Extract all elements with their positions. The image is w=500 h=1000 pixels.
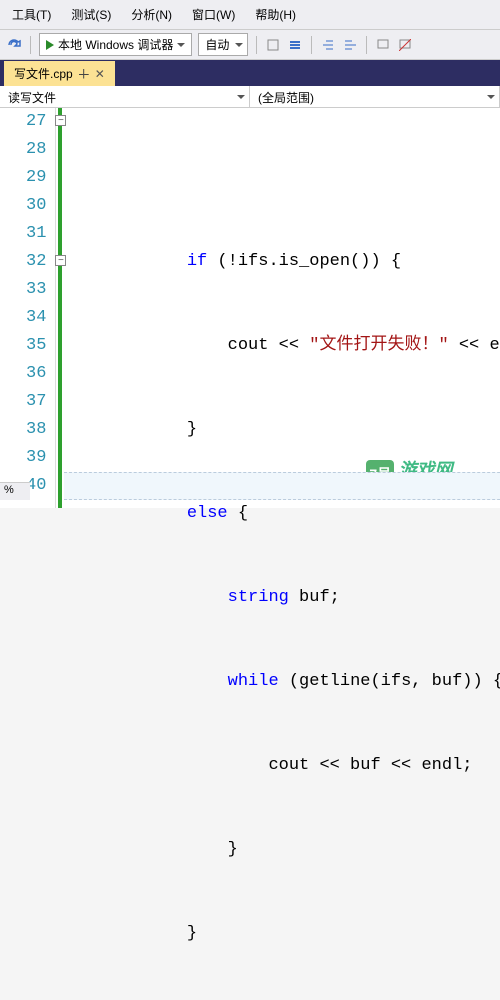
uncomment-icon[interactable]: [397, 37, 413, 53]
run-debugger-button[interactable]: 本地 Windows 调试器: [39, 33, 192, 56]
menu-window[interactable]: 窗口(W): [184, 3, 243, 26]
menu-tools[interactable]: 工具(T): [4, 3, 59, 26]
comment-icon[interactable]: [375, 37, 391, 53]
nav-bar: 读写文件 (全局范围): [0, 86, 500, 108]
toolbar-separator: [311, 36, 312, 54]
stack-icon[interactable]: [287, 37, 303, 53]
scope-select-right[interactable]: (全局范围): [250, 86, 500, 107]
config-select[interactable]: 自动: [198, 33, 248, 56]
close-tab-icon[interactable]: ✕: [95, 67, 105, 81]
scope-select-left[interactable]: 读写文件: [0, 86, 250, 107]
menu-bar: 工具(T) 测试(S) 分析(N) 窗口(W) 帮助(H): [0, 0, 500, 30]
status-bar: %: [0, 482, 30, 500]
toolbar: 本地 Windows 调试器 自动: [0, 30, 500, 60]
indent-right-icon[interactable]: [342, 37, 358, 53]
tool-icon[interactable]: [265, 37, 281, 53]
menu-help[interactable]: 帮助(H): [247, 3, 304, 26]
code-area[interactable]: if (!ifs.is_open()) { cout << "文件打开失败！" …: [56, 108, 500, 508]
run-label: 本地 Windows 调试器: [58, 36, 173, 53]
toolbar-separator: [30, 36, 31, 54]
menu-analyze[interactable]: 分析(N): [123, 3, 180, 26]
chevron-down-icon: [177, 43, 185, 47]
redo-icon[interactable]: [6, 37, 22, 53]
toolbar-separator: [256, 36, 257, 54]
gutter: 27 28 29 30 31 32 33 34 35 36 37 38 39 4…: [0, 108, 56, 508]
toolbar-separator: [366, 36, 367, 54]
indent-left-icon[interactable]: [320, 37, 336, 53]
play-icon: [46, 40, 54, 50]
pin-icon[interactable]: [79, 69, 89, 79]
line-numbers: 27 28 29 30 31 32 33 34 35 36 37 38 39 4…: [0, 108, 54, 508]
tab-filename: 写文件.cpp: [14, 65, 73, 82]
code-editor[interactable]: 27 28 29 30 31 32 33 34 35 36 37 38 39 4…: [0, 108, 500, 508]
active-tab[interactable]: 写文件.cpp ✕: [4, 61, 115, 86]
menu-test[interactable]: 测试(S): [63, 3, 119, 26]
current-line-highlight: [64, 472, 500, 500]
tab-bar: 写文件.cpp ✕: [0, 60, 500, 86]
